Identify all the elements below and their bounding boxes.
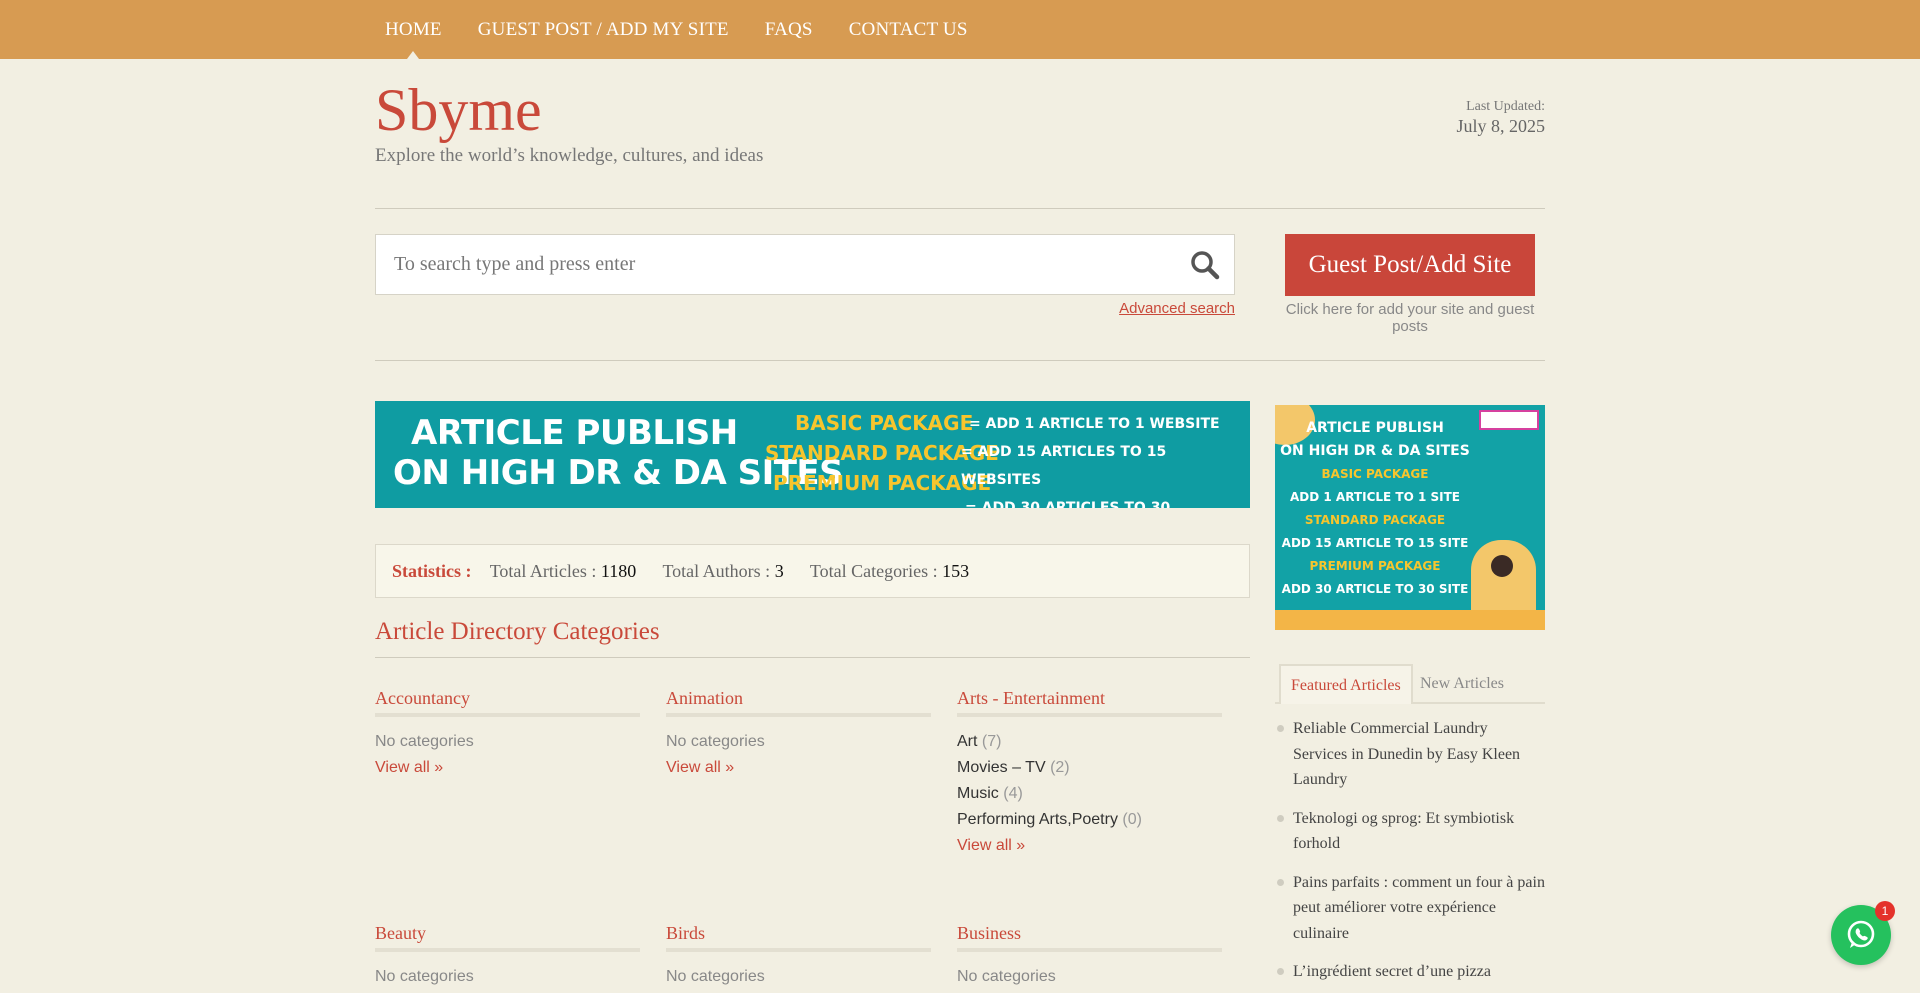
search-icon[interactable] xyxy=(1190,250,1220,280)
category-title[interactable]: Business xyxy=(957,923,1222,952)
no-categories-text: No categories xyxy=(666,968,765,985)
header-divider xyxy=(375,208,1545,209)
nav-item-faqs[interactable]: FAQS xyxy=(747,0,831,59)
total-articles-label: Total Articles : xyxy=(489,561,597,581)
guest-post-note: Click here for add your site and guest p… xyxy=(1285,301,1535,335)
category-business: Business No categories xyxy=(957,923,1222,990)
search-box xyxy=(375,234,1235,295)
sb-line: ADD 15 ARTICLE TO 15 SITE xyxy=(1281,536,1469,550)
category-animation: Animation No categories View all » xyxy=(666,688,931,781)
chat-notification-badge: 1 xyxy=(1875,901,1895,921)
sidebar-ad-banner[interactable]: ARTICLE PUBLISH ON HIGH DR & DA SITES BA… xyxy=(1275,405,1545,630)
advanced-search-link[interactable]: Advanced search xyxy=(1119,300,1235,317)
featured-article-link[interactable]: L’ingrédient secret d’une pizza xyxy=(1275,959,1545,985)
total-authors-value: 3 xyxy=(774,561,784,581)
category-beauty: Beauty No categories xyxy=(375,923,640,990)
last-updated-date: July 8, 2025 xyxy=(1456,116,1545,136)
view-all-link[interactable]: View all » xyxy=(666,755,931,781)
person-illustration xyxy=(1471,540,1536,615)
no-categories-text: No categories xyxy=(957,968,1056,985)
no-categories-text: No categories xyxy=(375,968,474,985)
directory-divider xyxy=(375,657,1250,658)
nav-item-contact[interactable]: CONTACT US xyxy=(831,0,986,59)
featured-article-link[interactable]: Teknologi og sprog: Et symbiotisk forhol… xyxy=(1275,806,1545,857)
total-articles-value: 1180 xyxy=(600,561,637,581)
tab-featured-articles[interactable]: Featured Articles xyxy=(1279,664,1413,704)
search-input[interactable] xyxy=(394,235,1174,294)
directory-title: Article Directory Categories xyxy=(375,618,660,645)
sidebar-banner-text: ARTICLE PUBLISH ON HIGH DR & DA SITES BA… xyxy=(1275,417,1475,601)
category-accountancy: Accountancy No categories View all » xyxy=(375,688,640,781)
subcategory-link[interactable]: Art xyxy=(957,733,977,750)
category-title[interactable]: Accountancy xyxy=(375,688,640,717)
category-title[interactable]: Beauty xyxy=(375,923,640,952)
statistics-bar: Statistics : Total Articles : 1180 Total… xyxy=(375,544,1250,598)
category-title[interactable]: Animation xyxy=(666,688,931,717)
search-divider xyxy=(375,360,1545,361)
whatsapp-icon xyxy=(1847,920,1875,948)
laptop-illustration xyxy=(1479,410,1539,430)
guest-post-button[interactable]: Guest Post/Add Site xyxy=(1285,234,1535,296)
sb-line: ADD 30 ARTICLE TO 30 SITE xyxy=(1281,582,1469,596)
subcategory-count: (0) xyxy=(1122,811,1142,828)
subcategory-link[interactable]: Music xyxy=(957,785,999,802)
category-title[interactable]: Arts - Entertainment xyxy=(957,688,1222,717)
no-categories-text: No categories xyxy=(666,733,765,750)
category-title[interactable]: Birds xyxy=(666,923,931,952)
nav-item-home[interactable]: HOME xyxy=(367,0,460,59)
site-tagline: Explore the world’s knowledge, cultures,… xyxy=(375,145,764,166)
sb-line: ARTICLE PUBLISH xyxy=(1306,420,1444,436)
site-title[interactable]: Sbyme xyxy=(375,80,542,140)
view-all-link[interactable]: View all » xyxy=(957,833,1222,859)
subcategory-count: (4) xyxy=(1003,785,1023,802)
subcategory-link[interactable]: Performing Arts,Poetry xyxy=(957,811,1118,828)
category-birds: Birds No categories xyxy=(666,923,931,990)
banner-equals-premium: = ADD 30 ARTICLES TO 30 WEBSITES xyxy=(965,500,1171,508)
subcategory-item: Performing Arts,Poetry (0) xyxy=(957,807,1222,833)
total-categories-value: 153 xyxy=(942,561,970,581)
subcategory-item: Movies – TV (2) xyxy=(957,755,1222,781)
banner-equals-standard: = ADD 15 ARTICLES TO 15 WEBSITES xyxy=(961,444,1167,488)
sb-line: BASIC PACKAGE xyxy=(1321,467,1429,481)
nav-item-guest-post[interactable]: GUEST POST / ADD MY SITE xyxy=(460,0,747,59)
total-articles: Total Articles : 1180 xyxy=(490,561,637,581)
category-arts-entertainment: Arts - Entertainment Art (7) Movies – TV… xyxy=(957,688,1222,859)
subcategory-item: Music (4) xyxy=(957,781,1222,807)
sb-line: ON HIGH DR & DA SITES xyxy=(1280,443,1470,459)
sb-line: PREMIUM PACKAGE xyxy=(1309,559,1441,573)
person-head-illustration xyxy=(1491,555,1513,577)
last-updated-label: Last Updated: xyxy=(1466,99,1545,114)
sb-line: STANDARD PACKAGE xyxy=(1304,513,1446,527)
total-categories: Total Categories : 153 xyxy=(810,561,969,581)
subcategory-count: (2) xyxy=(1050,759,1070,776)
top-navigation: HOME GUEST POST / ADD MY SITE FAQS CONTA… xyxy=(0,0,1920,59)
total-categories-label: Total Categories : xyxy=(809,561,938,581)
sidebar-tabs: Featured Articles New Articles xyxy=(1275,662,1545,704)
banner-footer-strip xyxy=(1275,610,1545,630)
total-authors: Total Authors : 3 xyxy=(662,561,783,581)
tab-new-articles[interactable]: New Articles xyxy=(1410,664,1514,704)
total-authors-label: Total Authors : xyxy=(662,561,771,581)
view-all-link[interactable]: View all » xyxy=(375,755,640,781)
subcategory-count: (7) xyxy=(981,733,1002,750)
banner-equals-basic: = ADD 1 ARTICLE TO 1 WEBSITE xyxy=(969,416,1220,432)
article-publish-banner[interactable]: ARTICLE PUBLISH ON HIGH DR & DA SITES BA… xyxy=(375,401,1250,508)
featured-article-link[interactable]: Reliable Commercial Laundry Services in … xyxy=(1275,716,1545,793)
sb-line: ADD 1 ARTICLE TO 1 SITE xyxy=(1290,490,1460,504)
subcategory-item: Art (7) xyxy=(957,729,1222,755)
subcategory-link[interactable]: Movies – TV xyxy=(957,759,1046,776)
statistics-label: Statistics : xyxy=(392,561,472,581)
banner-equals: = ADD 1 ARTICLE TO 1 WEBSITE = ADD 15 AR… xyxy=(961,410,1250,508)
featured-article-link[interactable]: Pains parfaits : comment un four à pain … xyxy=(1275,870,1545,947)
featured-articles-list: Reliable Commercial Laundry Services in … xyxy=(1275,716,1545,993)
no-categories-text: No categories xyxy=(375,733,474,750)
